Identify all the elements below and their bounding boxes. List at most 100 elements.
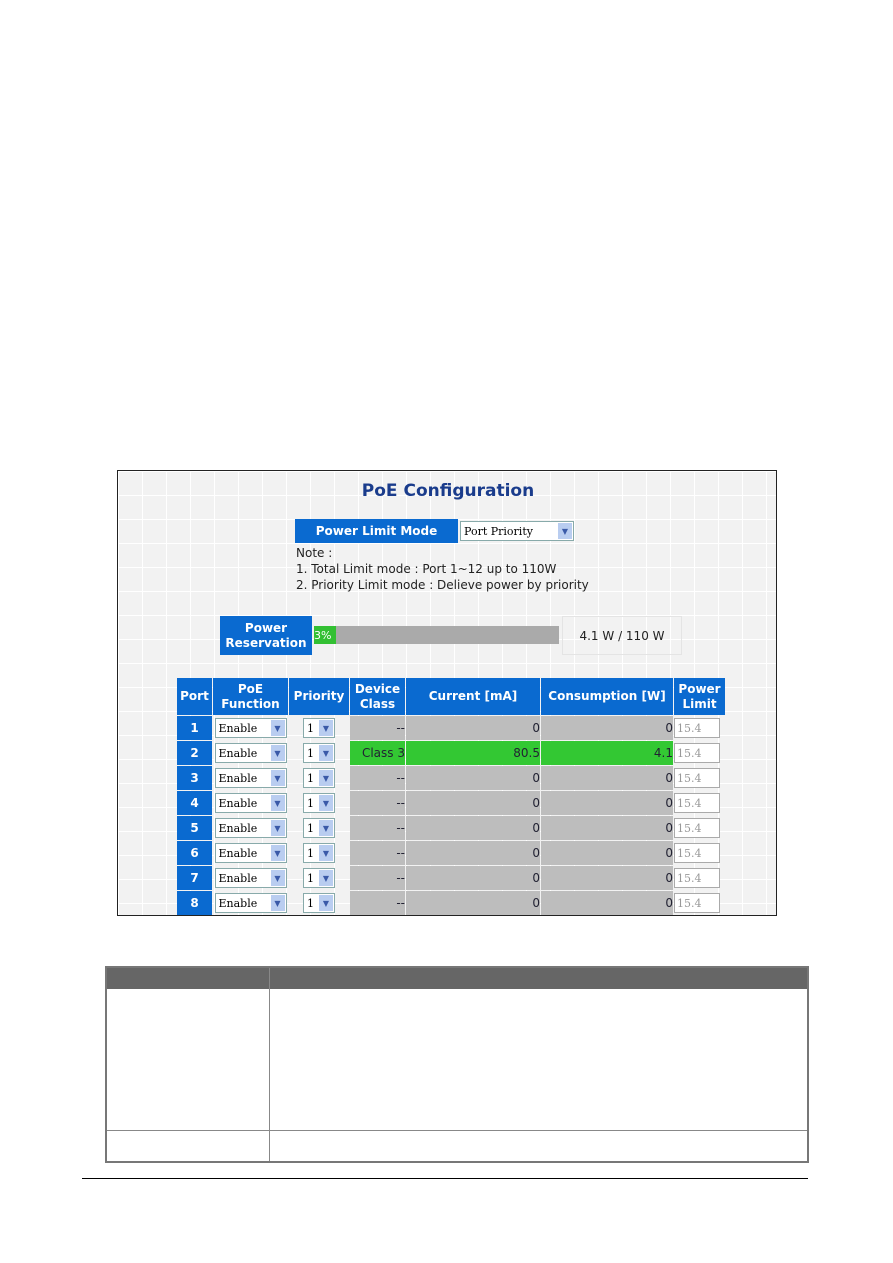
power-reservation-label: Power Reservation [220,616,312,655]
header-device-class: Device Class [350,678,405,715]
chevron-down-icon: ▼ [319,720,333,736]
header-consumption: Consumption [W] [541,678,673,715]
column-divider [269,968,270,1161]
power-limit-input[interactable]: 15.4 [674,793,720,813]
device-class: -- [350,866,405,890]
priority-value: 1 [307,746,314,760]
port-number: 8 [177,891,212,915]
chevron-down-icon: ▼ [270,845,285,861]
chevron-down-icon: ▼ [558,523,572,539]
port-table: Port PoE Function Priority Device Class … [176,677,726,915]
table-row: 1 Enable ▼ 1 ▼ -- 0 0 15.4 [177,716,725,740]
poe-function-select[interactable]: Enable ▼ [214,768,287,788]
power-limit-mode-select[interactable]: Port Priority ▼ [460,521,574,541]
poe-function-select[interactable]: Enable ▼ [214,868,287,888]
priority-select[interactable]: 1 ▼ [303,893,335,913]
priority-value: 1 [307,896,314,910]
priority-value: 1 [307,796,314,810]
power-limit-input[interactable]: 15.4 [674,868,720,888]
consumption: 0 [541,891,673,915]
header-priority: Priority [289,678,349,715]
current: 0 [406,816,540,840]
consumption: 0 [541,716,673,740]
priority-value: 1 [307,771,314,785]
priority-value: 1 [307,846,314,860]
consumption: 0 [541,866,673,890]
header-current: Current [mA] [406,678,540,715]
poe-function-select[interactable]: Enable ▼ [214,843,287,863]
device-class: -- [350,891,405,915]
port-number: 5 [177,816,212,840]
poe-function-value: Enable [218,846,258,860]
device-class: -- [350,791,405,815]
poe-function-select[interactable]: Enable ▼ [214,893,287,913]
description-table-header [107,968,807,989]
port-number: 7 [177,866,212,890]
device-class: Class 3 [350,741,405,765]
power-reservation-value: 4.1 W / 110 W [562,616,682,655]
port-number: 2 [177,741,212,765]
chevron-down-icon: ▼ [270,895,285,911]
current: 0 [406,841,540,865]
device-class: -- [350,766,405,790]
device-class: -- [350,841,405,865]
priority-select[interactable]: 1 ▼ [303,718,335,738]
power-reservation-fill: 3% [314,626,337,644]
current: 80.5 [406,741,540,765]
current: 0 [406,791,540,815]
poe-configuration-screenshot: PoE Configuration Power Limit Mode Port … [117,470,777,916]
chevron-down-icon: ▼ [319,745,333,761]
consumption: 0 [541,766,673,790]
note: Note : 1. Total Limit mode : Port 1~12 u… [296,545,589,593]
priority-select[interactable]: 1 ▼ [303,743,335,763]
device-class: -- [350,816,405,840]
table-row: 6 Enable ▼ 1 ▼ -- 0 0 15.4 [177,841,725,865]
poe-function-value: Enable [218,721,258,735]
poe-function-value: Enable [218,796,258,810]
priority-select[interactable]: 1 ▼ [303,768,335,788]
table-row: 5 Enable ▼ 1 ▼ -- 0 0 15.4 [177,816,725,840]
device-class: -- [350,716,405,740]
note-line-2: 2. Priority Limit mode : Delieve power b… [296,578,589,592]
poe-function-select[interactable]: Enable ▼ [214,718,287,738]
priority-select[interactable]: 1 ▼ [303,868,335,888]
chevron-down-icon: ▼ [319,795,333,811]
priority-value: 1 [307,721,314,735]
priority-value: 1 [307,871,314,885]
poe-function-select[interactable]: Enable ▼ [214,793,287,813]
poe-function-value: Enable [218,821,258,835]
table-row: 4 Enable ▼ 1 ▼ -- 0 0 15.4 [177,791,725,815]
current: 0 [406,866,540,890]
consumption: 4.1 [541,741,673,765]
priority-select[interactable]: 1 ▼ [303,818,335,838]
power-limit-mode-value: Port Priority [464,524,533,538]
port-number: 3 [177,766,212,790]
poe-function-select[interactable]: Enable ▼ [214,818,287,838]
page-title: PoE Configuration [361,481,535,501]
poe-function-value: Enable [218,871,258,885]
power-limit-input[interactable]: 15.4 [674,768,720,788]
priority-select[interactable]: 1 ▼ [303,793,335,813]
note-line-1: 1. Total Limit mode : Port 1~12 up to 11… [296,562,557,576]
consumption: 0 [541,841,673,865]
current: 0 [406,716,540,740]
port-number: 4 [177,791,212,815]
chevron-down-icon: ▼ [270,745,285,761]
power-limit-input[interactable]: 15.4 [674,718,720,738]
current: 0 [406,891,540,915]
power-limit-input[interactable]: 15.4 [674,743,720,763]
chevron-down-icon: ▼ [319,870,333,886]
consumption: 0 [541,791,673,815]
power-limit-mode-label: Power Limit Mode [295,519,458,543]
power-limit-input[interactable]: 15.4 [674,818,720,838]
port-number: 6 [177,841,212,865]
priority-select[interactable]: 1 ▼ [303,843,335,863]
poe-function-value: Enable [218,771,258,785]
power-reservation-bar: 3% [314,626,559,644]
power-limit-input[interactable]: 15.4 [674,893,720,913]
poe-function-select[interactable]: Enable ▼ [214,743,287,763]
consumption: 0 [541,816,673,840]
chevron-down-icon: ▼ [319,895,333,911]
chevron-down-icon: ▼ [319,770,333,786]
power-limit-input[interactable]: 15.4 [674,843,720,863]
